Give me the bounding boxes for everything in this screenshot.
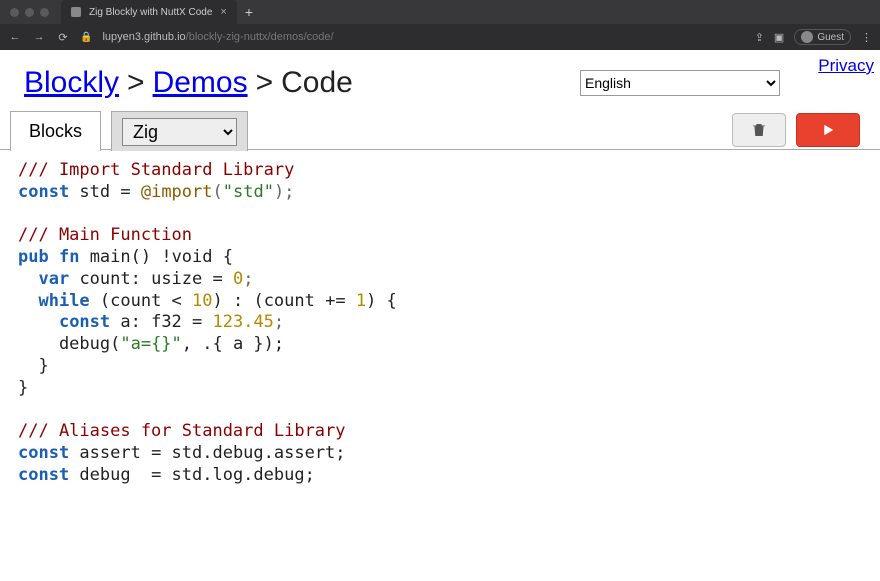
close-window-icon[interactable] xyxy=(10,8,19,17)
code-tok: count: usize = xyxy=(69,269,233,289)
code-language-select[interactable]: Zig xyxy=(122,118,237,146)
avatar-icon xyxy=(801,31,813,43)
code-tok xyxy=(18,291,38,311)
code-tok: const xyxy=(18,443,69,463)
code-line: } xyxy=(18,378,28,398)
language-select-wrap: English xyxy=(580,70,780,96)
code-view: /// Import Standard Library const std = … xyxy=(0,150,880,496)
minimize-window-icon[interactable] xyxy=(25,8,34,17)
code-tok xyxy=(18,269,38,289)
code-tok: 123.45 xyxy=(213,312,274,332)
code-tok xyxy=(49,247,59,267)
trash-button[interactable] xyxy=(732,113,786,147)
tab-title: Zig Blockly with NuttX Code xyxy=(89,7,212,18)
code-tok: const xyxy=(59,312,110,332)
code-tok: 1 xyxy=(356,291,366,311)
tab-bar: Blocks Zig xyxy=(0,110,880,150)
code-tok: const xyxy=(18,465,69,485)
page-content: Privacy Blockly > Demos > Code English B… xyxy=(0,50,880,581)
code-tok: main() !void { xyxy=(79,247,233,267)
code-tok: std = xyxy=(69,182,141,202)
back-button[interactable]: ← xyxy=(8,31,22,43)
url-path: /blockly-zig-nuttx/demos/code/ xyxy=(186,31,334,43)
tab-blocks[interactable]: Blocks xyxy=(10,111,101,151)
crumb-demos[interactable]: Demos xyxy=(153,66,248,100)
code-line: } xyxy=(18,356,49,376)
maximize-window-icon[interactable] xyxy=(40,8,49,17)
code-tok: "a={}" xyxy=(120,334,181,354)
chrome-right: ⇪ ▣ Guest ⋮ xyxy=(755,29,872,45)
code-tok: assert = std.debug.assert; xyxy=(69,443,345,463)
profile-label: Guest xyxy=(817,32,844,43)
code-tok: 0 xyxy=(233,269,243,289)
code-tok: debug( xyxy=(18,334,120,354)
extensions-icon[interactable]: ▣ xyxy=(774,31,784,44)
code-tok: @import xyxy=(141,182,213,202)
code-tok: ; xyxy=(274,312,284,332)
code-tok: const xyxy=(18,182,69,202)
code-tok: a: f32 = xyxy=(110,312,212,332)
code-line: /// Import Standard Library xyxy=(18,160,294,180)
window-controls xyxy=(10,8,49,17)
code-tok: ( xyxy=(213,182,223,202)
new-tab-button[interactable]: + xyxy=(245,4,253,20)
menu-icon[interactable]: ⋮ xyxy=(861,31,872,44)
code-tok: ); xyxy=(274,182,294,202)
url-text[interactable]: lupyen3.github.io/blockly-zig-nuttx/demo… xyxy=(102,31,333,43)
code-tok: , .{ a }); xyxy=(182,334,284,354)
browser-tab[interactable]: Zig Blockly with NuttX Code × xyxy=(61,0,237,24)
code-tok: debug = std.log.debug; xyxy=(69,465,315,485)
lock-icon[interactable]: 🔒 xyxy=(80,32,92,43)
privacy-link[interactable]: Privacy xyxy=(818,56,874,76)
url-host: lupyen3.github.io xyxy=(102,31,185,43)
toolbar-buttons xyxy=(732,110,880,149)
code-tok: "std" xyxy=(223,182,274,202)
tab-close-icon[interactable]: × xyxy=(220,6,226,18)
profile-button[interactable]: Guest xyxy=(794,29,851,45)
code-tok xyxy=(18,312,59,332)
tab-code-lang: Zig xyxy=(111,111,248,151)
favicon-icon xyxy=(71,7,81,17)
language-select[interactable]: English xyxy=(580,70,780,96)
address-bar: ← → ⟳ 🔒 lupyen3.github.io/blockly-zig-nu… xyxy=(0,24,880,50)
code-tok: var xyxy=(38,269,69,289)
code-tok: fn xyxy=(59,247,79,267)
run-button[interactable] xyxy=(796,113,860,147)
code-tok: 10 xyxy=(192,291,212,311)
code-tok: while xyxy=(38,291,89,311)
code-line: /// Aliases for Standard Library xyxy=(18,421,346,441)
forward-button[interactable]: → xyxy=(32,31,46,43)
browser-chrome: Zig Blockly with NuttX Code × + ← → ⟳ 🔒 … xyxy=(0,0,880,50)
reload-button[interactable]: ⟳ xyxy=(56,31,70,44)
code-tok: (count < xyxy=(90,291,192,311)
share-icon[interactable]: ⇪ xyxy=(755,31,764,44)
crumb-sep: > xyxy=(127,66,145,100)
code-tok: pub xyxy=(18,247,49,267)
crumb-code: Code xyxy=(281,66,353,100)
titlebar: Zig Blockly with NuttX Code × + xyxy=(0,0,880,24)
trash-icon xyxy=(750,121,768,139)
code-tok: ; xyxy=(243,269,253,289)
crumb-blockly[interactable]: Blockly xyxy=(24,66,119,100)
crumb-sep: > xyxy=(256,66,274,100)
code-tok: ) { xyxy=(366,291,397,311)
code-line: /// Main Function xyxy=(18,225,192,245)
code-tok: ) : (count += xyxy=(213,291,356,311)
play-icon xyxy=(819,121,837,139)
